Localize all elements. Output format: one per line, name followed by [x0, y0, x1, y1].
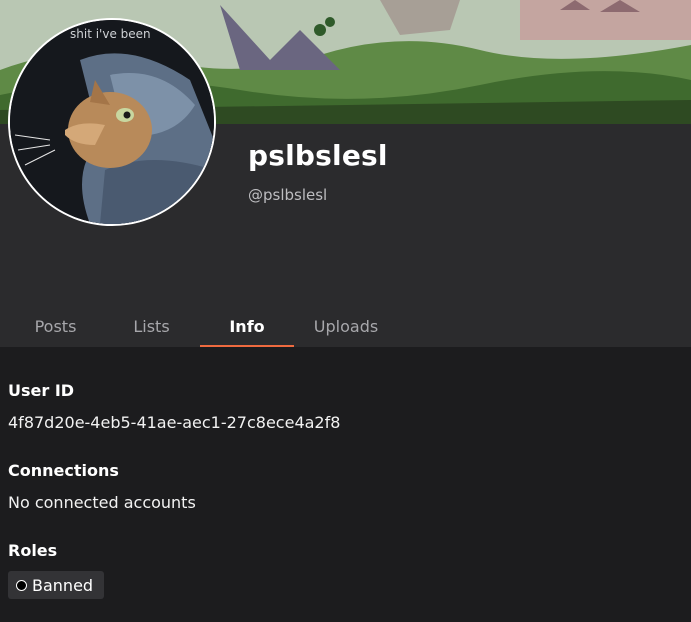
user-id-label: User ID — [8, 381, 75, 400]
tab-posts[interactable]: Posts — [8, 308, 103, 347]
connections-label: Connections — [8, 461, 119, 480]
tab-uploads[interactable]: Uploads — [296, 308, 396, 347]
tab-info[interactable]: Info — [200, 308, 294, 347]
profile-avatar[interactable]: shit i've been — [8, 18, 216, 226]
profile-handle: @pslbslesl — [248, 186, 328, 204]
role-badge-label: Banned — [32, 575, 94, 595]
profile-tabs: Posts Lists Info Uploads — [0, 308, 691, 347]
role-badge-banned: Banned — [8, 571, 104, 599]
avatar-caption-text: shit i've been — [70, 27, 151, 41]
roles-label: Roles — [8, 541, 58, 560]
cat-avatar-image — [10, 20, 214, 224]
connections-value: No connected accounts — [8, 493, 196, 512]
role-color-dot-icon — [16, 579, 27, 591]
tab-lists[interactable]: Lists — [104, 308, 199, 347]
user-id-value: 4f87d20e-4eb5-41ae-aec1-27c8ece4a2f8 — [8, 413, 341, 432]
profile-display-name: pslbslesl — [248, 139, 388, 172]
